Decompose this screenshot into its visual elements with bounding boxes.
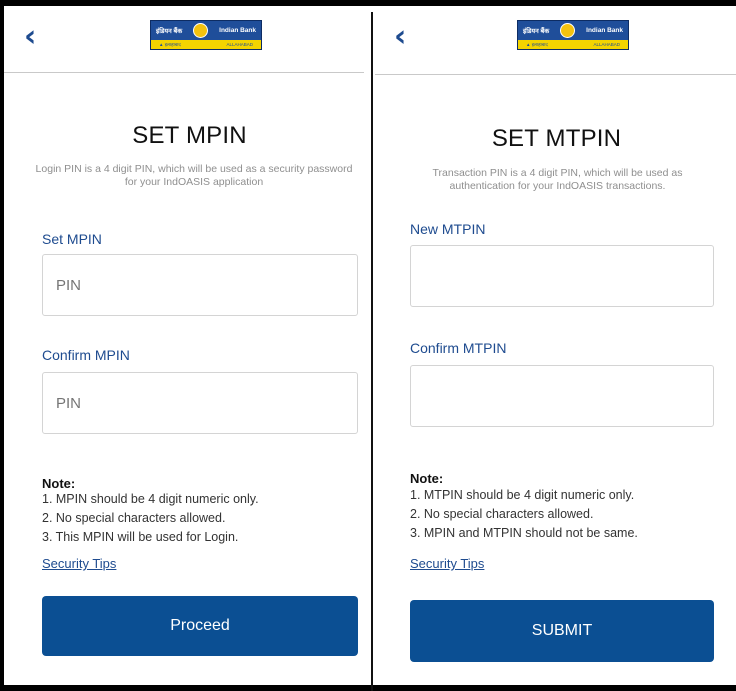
page-description: Login PIN is a 4 digit PIN, which will b… [35, 163, 353, 188]
header-divider [4, 72, 364, 73]
confirm-mpin-label: Confirm MPIN [42, 347, 130, 363]
logo-hindi-text: इंडियन बैंक [156, 28, 183, 35]
confirm-mpin-input[interactable] [42, 372, 358, 434]
note-title: Note: [42, 476, 76, 491]
note-list: 1. MTPIN should be 4 digit numeric only.… [410, 486, 638, 543]
submit-button[interactable]: SUBMIT [410, 600, 714, 662]
bank-emblem-icon [193, 23, 209, 38]
confirm-mtpin-input[interactable] [410, 365, 714, 427]
note-item: 3. This MPIN will be used for Login. [42, 530, 239, 544]
logo-hindi-text: इंडियन बैंक [523, 28, 550, 35]
logo-sub-left: ▲ इलाहाबाद [159, 41, 181, 47]
page-title: SET MTPIN [491, 125, 622, 152]
note-item: 2. No special characters allowed. [410, 507, 594, 521]
back-chevron-icon[interactable]: ‹ [24, 22, 36, 52]
panel-divider [371, 12, 373, 691]
note-item: 3. MPIN and MTPIN should not be same. [410, 526, 638, 540]
logo-english-text: Indian Bank [586, 27, 623, 34]
security-tips-link[interactable]: Security Tips [410, 556, 484, 571]
note-list: 1. MPIN should be 4 digit numeric only. … [42, 490, 259, 547]
new-mtpin-label: New MTPIN [410, 221, 486, 237]
note-title: Note: [410, 471, 444, 486]
logo-sub-left: ▲ इलाहाबाद [526, 41, 548, 47]
set-mpin-input[interactable] [42, 254, 358, 316]
proceed-button[interactable]: Proceed [42, 596, 358, 656]
page-description: Transaction PIN is a 4 digit PIN, which … [432, 167, 683, 192]
indian-bank-logo: इंडियन बैंक Indian Bank ▲ इलाहाबाद ALLAH… [517, 20, 629, 50]
logo-english-text: Indian Bank [219, 27, 256, 34]
screenshot-frame: ‹ इंडियन बैंक Indian Bank ▲ इलाहाबाद ALL… [2, 6, 736, 691]
note-item: 2. No special characters allowed. [42, 511, 226, 525]
confirm-mtpin-label: Confirm MTPIN [410, 340, 507, 356]
set-mpin-screen: ‹ इंडियन बैंक Indian Bank ▲ इलाहाबाद ALL… [4, 6, 375, 685]
set-mtpin-screen: ‹ इंडियन बैंक Indian Bank ▲ इलाहाबाद ALL… [375, 6, 736, 685]
back-chevron-icon[interactable]: ‹ [394, 22, 406, 52]
bank-emblem-icon [560, 23, 576, 38]
security-tips-link[interactable]: Security Tips [42, 556, 116, 571]
logo-sub-right: ALLAHABAD [226, 42, 253, 47]
header-divider [375, 74, 736, 75]
note-item: 1. MPIN should be 4 digit numeric only. [42, 492, 259, 506]
page-title: SET MPIN [132, 122, 247, 149]
new-mtpin-input[interactable] [410, 245, 714, 307]
indian-bank-logo: इंडियन बैंक Indian Bank ▲ इलाहाबाद ALLAH… [150, 20, 262, 50]
set-mpin-label: Set MPIN [42, 231, 102, 247]
logo-sub-right: ALLAHABAD [593, 42, 620, 47]
note-item: 1. MTPIN should be 4 digit numeric only. [410, 488, 635, 502]
